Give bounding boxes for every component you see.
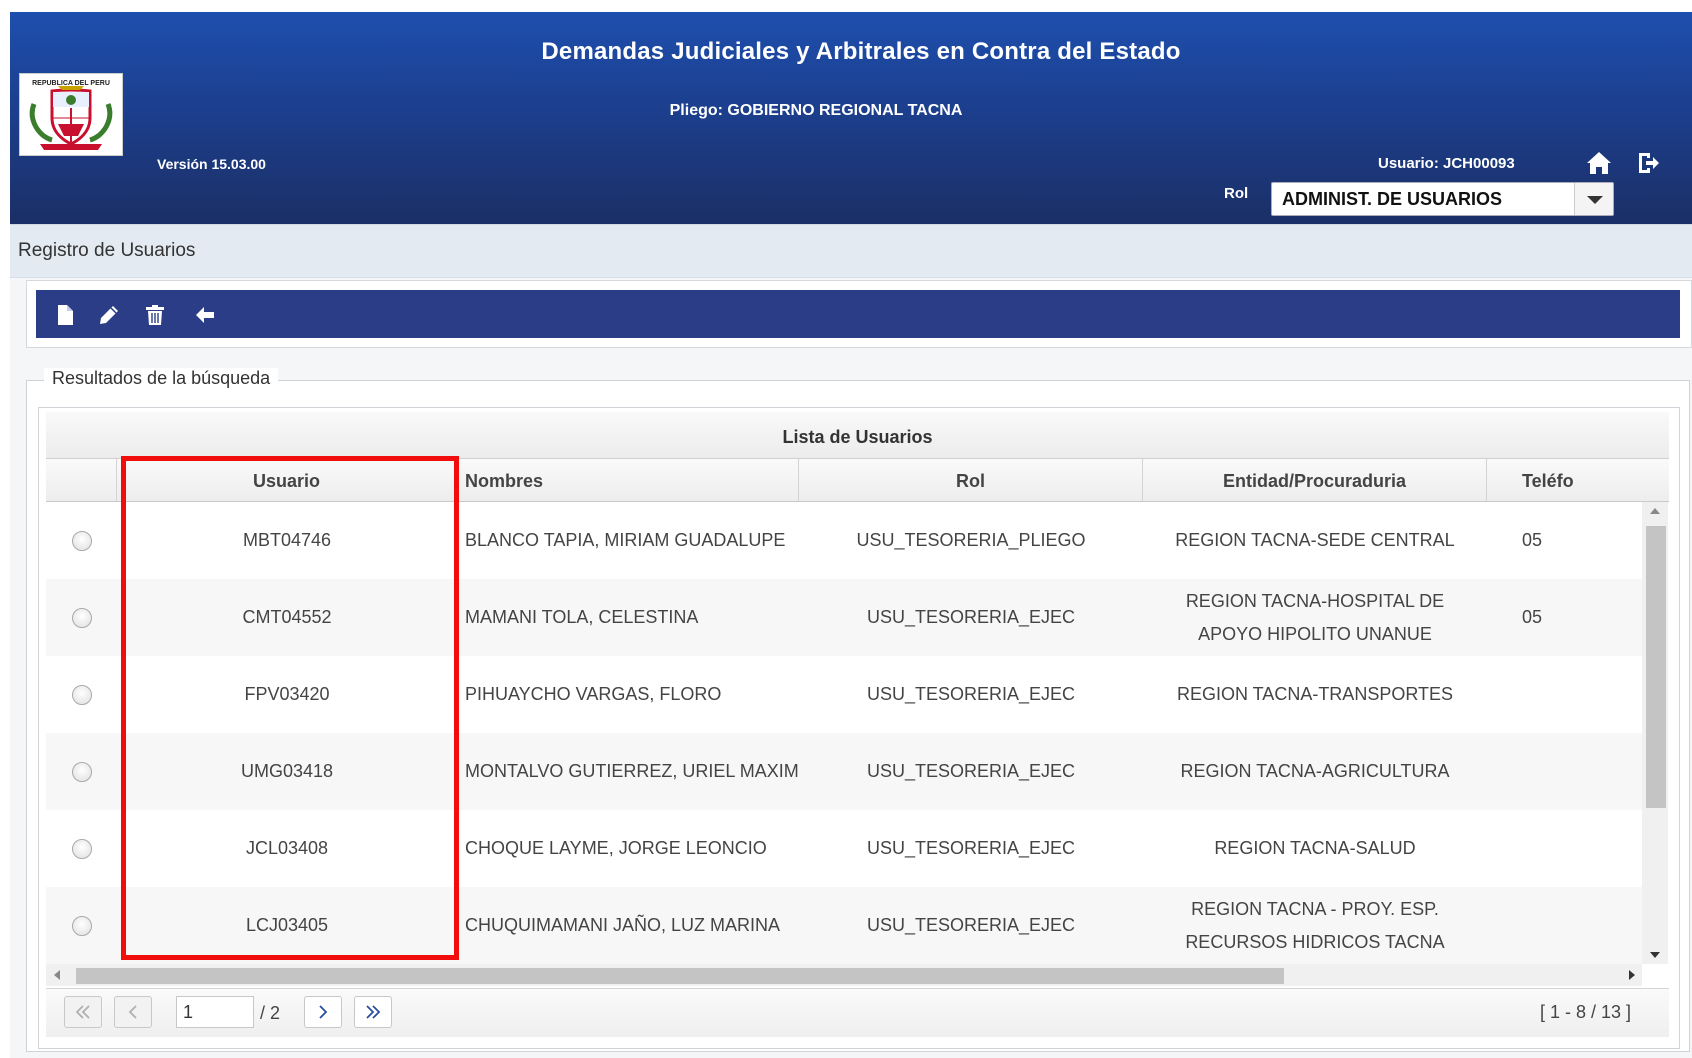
next-page-icon — [319, 1005, 328, 1019]
first-page-button[interactable] — [64, 996, 102, 1028]
cell-entidad: REGION TACNA-HOSPITAL DE APOYO HIPOLITO … — [1185, 590, 1445, 644]
cell-usuario: JCL03408 — [245, 838, 329, 858]
exit-icon[interactable] — [1636, 151, 1660, 175]
app-title: Demandas Judiciales y Arbitrales en Cont… — [541, 38, 1181, 65]
page-title: Registro de Usuarios — [18, 240, 196, 261]
table-row[interactable]: MBT04746 BLANCO TAPIA, MIRIAM GUADALUPE … — [46, 502, 1642, 579]
current-user-label: Usuario: JCH00093 — [1378, 155, 1515, 172]
table-row[interactable]: CMT04552 MAMANI TOLA, CELESTINA USU_TESO… — [46, 579, 1642, 656]
breadcrumb: Registro de Usuarios — [10, 224, 1692, 278]
cell-nombres: PIHUAYCHO VARGAS, FLORO — [465, 684, 722, 704]
cell-usuario: FPV03420 — [244, 684, 330, 704]
cell-nombres: CHOQUE LAYME, JORGE LEONCIO — [465, 838, 767, 858]
paginator: / 2 [ 1 - 8 / 13 ] — [46, 988, 1669, 1037]
scroll-right-icon[interactable] — [1620, 964, 1642, 986]
cell-telefono — [1487, 810, 1642, 887]
app-header: Demandas Judiciales y Arbitrales en Cont… — [10, 12, 1692, 224]
table-row[interactable]: UMG03418 MONTALVO GUTIERREZ, URIEL MAXIM… — [46, 733, 1642, 810]
cell-telefono — [1487, 733, 1642, 810]
rol-select[interactable]: ADMINIST. DE USUARIOS — [1271, 182, 1614, 216]
cell-rol: USU_TESORERIA_EJEC — [866, 915, 1076, 935]
cell-rol: USU_TESORERIA_PLIEGO — [856, 530, 1086, 550]
cell-rol: USU_TESORERIA_EJEC — [866, 607, 1076, 627]
horizontal-scrollbar[interactable] — [46, 964, 1642, 986]
grid-caption: Lista de Usuarios — [46, 412, 1669, 459]
cell-telefono: 05 — [1522, 607, 1543, 627]
cell-nombres: MAMANI TOLA, CELESTINA — [465, 607, 699, 627]
row-select-cell — [46, 810, 117, 887]
cell-usuario: UMG03418 — [240, 761, 334, 781]
cell-telefono — [1487, 887, 1642, 964]
column-header-usuario[interactable]: Usuario — [117, 459, 457, 501]
pliego-label: Pliego: GOBIERNO REGIONAL TACNA — [669, 102, 963, 119]
delete-trash-icon[interactable] — [144, 304, 166, 326]
horizontal-scroll-thumb[interactable] — [76, 968, 1284, 984]
rol-label: Rol — [1224, 185, 1249, 202]
cell-usuario: MBT04746 — [242, 530, 332, 550]
cell-rol: USU_TESORERIA_EJEC — [866, 838, 1076, 858]
first-page-icon — [75, 1005, 90, 1019]
cell-rol: USU_TESORERIA_EJEC — [866, 761, 1076, 781]
cell-entidad: REGION TACNA-SEDE CENTRAL — [1175, 530, 1455, 550]
results-legend: Resultados de la búsqueda — [44, 368, 279, 389]
cell-usuario: CMT04552 — [242, 607, 332, 627]
page-number-input[interactable] — [176, 996, 254, 1028]
cell-entidad: REGION TACNA-SALUD — [1214, 838, 1416, 858]
row-radio[interactable] — [71, 684, 92, 705]
column-header-rol[interactable]: Rol — [799, 459, 1143, 501]
cell-nombres: MONTALVO GUTIERREZ, URIEL MAXIMO — [465, 761, 799, 781]
column-header-nombres[interactable]: Nombres — [457, 459, 799, 501]
cell-entidad: REGION TACNA - PROY. ESP. RECURSOS HIDRI… — [1185, 898, 1445, 952]
cell-rol: USU_TESORERIA_EJEC — [866, 684, 1076, 704]
next-page-button[interactable] — [304, 996, 342, 1028]
row-select-cell — [46, 579, 117, 656]
vertical-scrollbar[interactable] — [1642, 502, 1668, 964]
cell-telefono: 05 — [1522, 530, 1543, 550]
last-page-icon — [366, 1005, 381, 1019]
column-header-telefono[interactable]: Teléfo — [1487, 459, 1669, 501]
last-page-button[interactable] — [354, 996, 392, 1028]
column-header-select — [46, 459, 117, 501]
prev-page-icon — [128, 1005, 137, 1019]
cell-usuario: LCJ03405 — [245, 915, 329, 935]
table-row[interactable]: JCL03408 CHOQUE LAYME, JORGE LEONCIO USU… — [46, 810, 1642, 887]
record-range-label: [ 1 - 8 / 13 ] — [1539, 1002, 1631, 1022]
row-radio[interactable] — [71, 530, 92, 551]
scroll-up-icon[interactable] — [1642, 502, 1668, 520]
rol-select-value: ADMINIST. DE USUARIOS — [1282, 189, 1503, 209]
new-document-icon[interactable] — [54, 304, 76, 326]
row-select-cell — [46, 656, 117, 733]
table-row[interactable]: LCJ03405 CHUQUIMAMANI JAÑO, LUZ MARINA U… — [46, 887, 1642, 964]
column-header-entidad[interactable]: Entidad/Procuraduria — [1143, 459, 1487, 501]
row-radio[interactable] — [71, 915, 92, 936]
row-select-cell — [46, 733, 117, 810]
row-select-cell — [46, 887, 117, 964]
toolbar — [36, 290, 1680, 338]
row-radio[interactable] — [71, 607, 92, 628]
scroll-left-icon[interactable] — [46, 964, 68, 986]
table-row[interactable]: FPV03420 PIHUAYCHO VARGAS, FLORO USU_TES… — [46, 656, 1642, 733]
row-select-cell — [46, 502, 117, 579]
grid-header: Usuario Nombres Rol Entidad/Procuraduria… — [46, 459, 1669, 502]
row-radio[interactable] — [71, 761, 92, 782]
cell-entidad: REGION TACNA-AGRICULTURA — [1180, 761, 1450, 781]
page-total-label: / 2 — [260, 1003, 281, 1023]
version-label: Versión 15.03.00 — [157, 156, 266, 172]
chevron-down-icon[interactable] — [1574, 183, 1613, 215]
row-radio[interactable] — [71, 838, 92, 859]
cell-nombres: BLANCO TAPIA, MIRIAM GUADALUPE — [465, 530, 786, 550]
crest-text: REPUBLICA DEL PERU — [32, 80, 110, 87]
back-arrow-icon[interactable] — [194, 304, 216, 326]
vertical-scroll-thumb[interactable] — [1646, 526, 1666, 808]
cell-telefono — [1487, 656, 1642, 733]
home-icon[interactable] — [1586, 150, 1612, 176]
edit-pencil-icon[interactable] — [98, 304, 120, 326]
prev-page-button[interactable] — [114, 996, 152, 1028]
cell-nombres: CHUQUIMAMANI JAÑO, LUZ MARINA — [465, 915, 781, 935]
scroll-down-icon[interactable] — [1642, 946, 1668, 964]
cell-entidad: REGION TACNA-TRANSPORTES — [1176, 684, 1454, 704]
grid-body: MBT04746 BLANCO TAPIA, MIRIAM GUADALUPE … — [46, 502, 1642, 964]
